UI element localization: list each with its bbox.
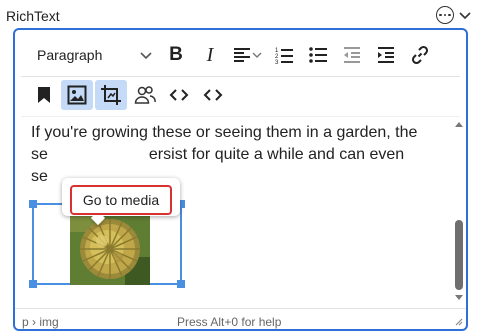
toolbar-row-secondary	[29, 80, 231, 110]
crop-icon	[101, 85, 121, 105]
link-button[interactable]	[403, 40, 437, 70]
paragraph-line: se ersist for quite a while and can even	[31, 144, 436, 166]
italic-button[interactable]: I	[193, 40, 227, 70]
help-hint: Press Alt+0 for help	[177, 315, 282, 329]
chevron-down-icon	[140, 52, 152, 60]
source-code-button[interactable]	[197, 80, 229, 110]
resize-handle-bottom-left[interactable]	[29, 280, 37, 288]
content-scrollbar[interactable]	[453, 120, 465, 302]
more-options-icon[interactable]	[436, 6, 454, 24]
code-icon	[169, 89, 189, 101]
scrollbar-thumb[interactable]	[455, 220, 463, 290]
outdent-icon	[344, 47, 360, 63]
users-icon	[134, 86, 156, 104]
paragraph-line: If you're growing these or seeing them i…	[31, 124, 418, 141]
field-label: RichText	[6, 8, 60, 24]
bold-button[interactable]: B	[159, 40, 193, 70]
element-path[interactable]: p › img	[22, 315, 59, 329]
svg-text:3: 3	[275, 60, 279, 65]
numbered-list-button[interactable]: 1 2 3	[267, 40, 301, 70]
indent-icon	[378, 47, 394, 63]
block-format-select[interactable]: Paragraph	[29, 40, 159, 70]
code-button[interactable]	[163, 80, 195, 110]
go-to-media-button[interactable]: Go to media	[70, 185, 172, 215]
numbered-list-icon: 1 2 3	[275, 48, 293, 65]
align-dropdown-button[interactable]	[227, 40, 267, 70]
text-fragment: ersist for quite a while and can even	[148, 146, 405, 163]
content-divider	[21, 116, 460, 117]
outdent-button[interactable]	[335, 40, 369, 70]
toolbar-divider	[21, 76, 460, 77]
image-button[interactable]	[61, 80, 93, 110]
chevron-down-icon[interactable]	[458, 8, 472, 22]
align-left-icon	[234, 48, 262, 62]
block-format-value: Paragraph	[37, 47, 103, 63]
image-icon	[67, 85, 87, 105]
link-icon	[411, 45, 429, 65]
source-code-icon	[203, 89, 223, 101]
bookmark-icon	[38, 87, 50, 103]
statusbar-divider	[15, 308, 466, 309]
resize-grip-icon[interactable]	[453, 316, 463, 326]
scroll-up-icon[interactable]	[454, 120, 464, 128]
text-fragment: se	[31, 146, 48, 163]
indent-button[interactable]	[369, 40, 403, 70]
flower-image	[70, 207, 150, 285]
crop-button[interactable]	[95, 80, 127, 110]
toolbar-row-primary: Paragraph B I 1 2 3	[29, 40, 437, 70]
resize-handle-bottom-right[interactable]	[177, 280, 185, 288]
bullet-list-button[interactable]	[301, 40, 335, 70]
field-actions	[436, 6, 472, 24]
bookmark-button[interactable]	[29, 80, 59, 110]
users-button[interactable]	[129, 80, 161, 110]
scroll-down-icon[interactable]	[454, 294, 464, 302]
bullet-list-icon	[309, 47, 327, 63]
resize-handle-top-left[interactable]	[29, 200, 37, 208]
rich-text-editor: Paragraph B I 1 2 3 If you're growing th…	[13, 28, 468, 331]
